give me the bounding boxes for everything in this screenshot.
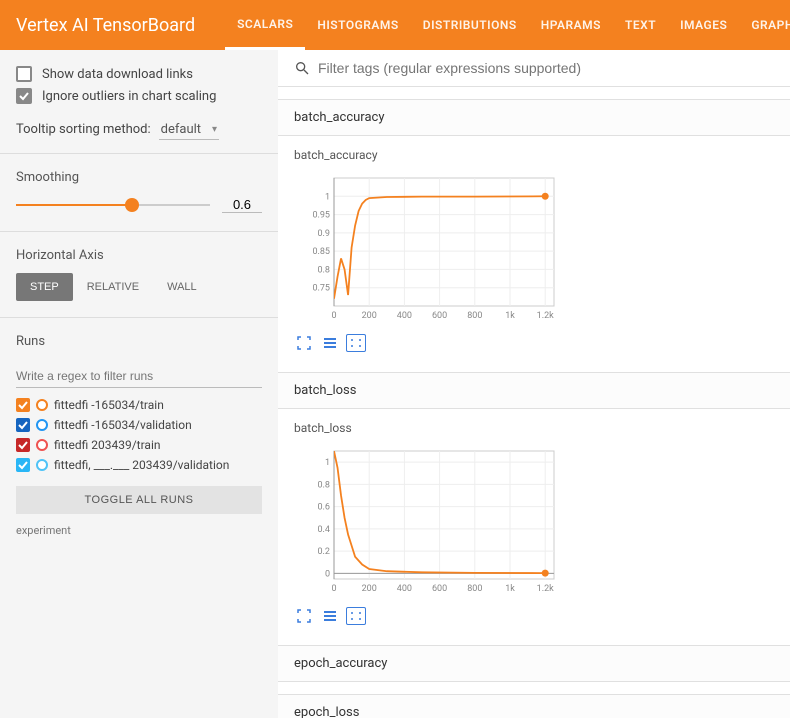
runs-label: Runs xyxy=(16,334,262,349)
chart-svg[interactable]: 0.75 0.8 0.85 0.9 0.95 1 0 200 400 600 800 1k 1.2k xyxy=(294,168,564,328)
content: batch_accuracy batch_accuracy 0.75 0.8 0.8… xyxy=(278,50,790,718)
panel-header[interactable]: batch_accuracy xyxy=(278,99,790,136)
smoothing-label: Smoothing xyxy=(16,170,262,185)
axis-btn-step[interactable]: STEP xyxy=(16,273,73,301)
experiment-label: experiment xyxy=(16,524,262,537)
list-icon[interactable] xyxy=(320,607,340,625)
svg-text:1.2k: 1.2k xyxy=(537,584,554,594)
svg-text:0: 0 xyxy=(331,311,336,321)
toggle-all-runs-button[interactable]: TOGGLE ALL RUNS xyxy=(16,486,262,514)
chart-title: batch_accuracy xyxy=(294,148,774,162)
chart-title: batch_loss xyxy=(294,421,774,435)
search-icon xyxy=(294,60,310,76)
fullscreen-icon[interactable] xyxy=(294,607,314,625)
run-label[interactable]: fittedfi -165034/train xyxy=(54,398,262,412)
panel-batch_loss: batch_loss batch_loss 0 0.2 0.4 0.6 0.8 1 0 200… xyxy=(278,372,790,633)
run-item: fittedfi 203439/train xyxy=(16,438,262,452)
ignore-outliers-label: Ignore outliers in chart scaling xyxy=(42,89,216,104)
svg-text:1k: 1k xyxy=(505,584,515,594)
run-item: fittedfi -165034/validation xyxy=(16,418,262,432)
svg-text:0.75: 0.75 xyxy=(312,284,330,294)
run-item: fittedfi -165034/train xyxy=(16,398,262,412)
app-title: Vertex AI TensorBoard xyxy=(16,15,195,36)
run-checkbox[interactable] xyxy=(16,438,30,452)
tooltip-sort-label: Tooltip sorting method: xyxy=(16,122,151,137)
header-tabs: SCALARSHISTOGRAMSDISTRIBUTIONSHPARAMSTEX… xyxy=(225,0,790,50)
svg-text:0.85: 0.85 xyxy=(312,247,330,257)
runs-filter-input[interactable] xyxy=(16,365,262,388)
svg-text:0.6: 0.6 xyxy=(318,503,331,513)
tab-text[interactable]: TEXT xyxy=(613,0,668,50)
svg-text:0: 0 xyxy=(331,584,336,594)
tab-histograms[interactable]: HISTOGRAMS xyxy=(305,0,410,50)
svg-text:0.95: 0.95 xyxy=(312,211,330,221)
run-item: fittedfi, ___.___ 203439/validation xyxy=(16,458,262,472)
run-color-icon xyxy=(36,399,48,411)
run-color-icon xyxy=(36,459,48,471)
run-label[interactable]: fittedfi -165034/validation xyxy=(54,418,262,432)
svg-text:600: 600 xyxy=(432,311,447,321)
svg-text:400: 400 xyxy=(397,584,412,594)
svg-text:800: 800 xyxy=(467,584,482,594)
chart-block: batch_accuracy 0.75 0.8 0.85 0.9 0.95 1 0 200 40… xyxy=(278,136,790,360)
svg-text:0.9: 0.9 xyxy=(318,229,331,239)
run-color-icon xyxy=(36,439,48,451)
panel-epoch_accuracy: epoch_accuracy xyxy=(278,645,790,682)
list-icon[interactable] xyxy=(320,334,340,352)
tab-images[interactable]: IMAGES xyxy=(668,0,739,50)
svg-text:1: 1 xyxy=(325,458,330,468)
svg-text:0.8: 0.8 xyxy=(318,480,331,490)
svg-text:200: 200 xyxy=(362,584,377,594)
panel-header[interactable]: epoch_accuracy xyxy=(278,645,790,682)
svg-text:400: 400 xyxy=(397,311,412,321)
run-label[interactable]: fittedfi 203439/train xyxy=(54,438,262,452)
show-download-links-checkbox[interactable] xyxy=(16,66,32,82)
svg-text:1.2k: 1.2k xyxy=(537,311,554,321)
run-checkbox[interactable] xyxy=(16,418,30,432)
show-download-links-label: Show data download links xyxy=(42,67,193,82)
panel-header[interactable]: epoch_loss xyxy=(278,694,790,718)
svg-text:0: 0 xyxy=(325,569,330,579)
axis-btn-relative[interactable]: RELATIVE xyxy=(73,273,153,301)
chart-svg[interactable]: 0 0.2 0.4 0.6 0.8 1 0 200 400 600 800 1k 1.2k xyxy=(294,441,564,601)
fullscreen-icon[interactable] xyxy=(294,334,314,352)
sidebar: Show data download links Ignore outliers… xyxy=(0,50,278,718)
tab-distributions[interactable]: DISTRIBUTIONS xyxy=(411,0,529,50)
tab-hparams[interactable]: HPARAMS xyxy=(529,0,613,50)
ignore-outliers-checkbox[interactable] xyxy=(16,88,32,104)
run-color-icon xyxy=(36,419,48,431)
chart-block: batch_loss 0 0.2 0.4 0.6 0.8 1 0 200 400 600 800 1k… xyxy=(278,409,790,633)
run-label[interactable]: fittedfi, ___.___ 203439/validation xyxy=(54,458,262,472)
tooltip-sort-select[interactable]: default xyxy=(159,120,219,140)
svg-text:1: 1 xyxy=(325,192,330,202)
svg-text:0.8: 0.8 xyxy=(318,265,331,275)
run-checkbox[interactable] xyxy=(16,398,30,412)
horizontal-axis-label: Horizontal Axis xyxy=(16,248,262,263)
run-checkbox[interactable] xyxy=(16,458,30,472)
svg-text:600: 600 xyxy=(432,584,447,594)
tab-graphs[interactable]: GRAPHS xyxy=(739,0,790,50)
fit-icon[interactable] xyxy=(346,607,366,625)
svg-text:0.2: 0.2 xyxy=(318,547,331,557)
panel-header[interactable]: batch_loss xyxy=(278,372,790,409)
svg-text:200: 200 xyxy=(362,311,377,321)
smoothing-slider[interactable] xyxy=(16,195,210,215)
panel-batch_accuracy: batch_accuracy batch_accuracy 0.75 0.8 0.8… xyxy=(278,99,790,360)
smoothing-value-input[interactable] xyxy=(222,197,262,213)
axis-btn-wall[interactable]: WALL xyxy=(153,273,211,301)
svg-text:0.4: 0.4 xyxy=(318,525,331,535)
tag-filter-input[interactable] xyxy=(318,60,774,76)
svg-text:1k: 1k xyxy=(505,311,515,321)
fit-icon[interactable] xyxy=(346,334,366,352)
panel-epoch_loss: epoch_loss xyxy=(278,694,790,718)
tab-scalars[interactable]: SCALARS xyxy=(225,0,305,50)
svg-text:800: 800 xyxy=(467,311,482,321)
